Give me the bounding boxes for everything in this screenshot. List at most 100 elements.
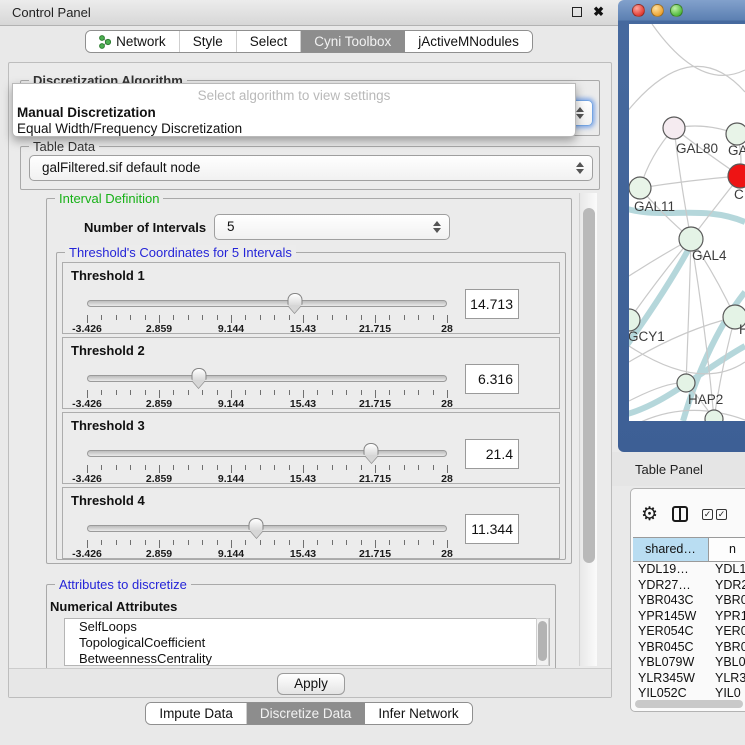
scrollbar-thumb[interactable] — [635, 700, 743, 708]
slider-track[interactable] — [87, 450, 447, 457]
table-data-group: Table Data galFiltered.sif default node — [20, 146, 600, 190]
mac-minimize-icon[interactable] — [651, 4, 664, 17]
table-row[interactable]: YBR045CYBR0 — [633, 640, 745, 656]
tick-label: 28 — [441, 473, 453, 485]
tick-label: 9.144 — [218, 473, 244, 485]
threshold-value-field[interactable]: 21.4 — [465, 439, 519, 469]
slider-tick-labels: -3.4262.8599.14415.4321.71528 — [87, 323, 447, 335]
table-panel-header: Table Panel — [612, 452, 745, 486]
network-node[interactable] — [728, 164, 745, 188]
slider-tick-labels: -3.4262.8599.14415.4321.71528 — [87, 398, 447, 410]
table-row[interactable]: YLR345WYLR3 — [633, 671, 745, 687]
tab-impute-data[interactable]: Impute Data — [146, 703, 247, 724]
checkbox-icon[interactable]: ✓ — [716, 509, 727, 520]
checkbox-icon[interactable]: ✓ — [702, 509, 713, 520]
node-label: H — [739, 322, 745, 337]
threshold-row-1: Threshold 1 -3.4262.8599.14415.4321.71528… — [62, 262, 560, 334]
threshold-value-field[interactable]: 14.713 — [465, 289, 519, 319]
mac-zoom-icon[interactable] — [670, 4, 683, 17]
tick-label: 21.715 — [359, 323, 391, 335]
threshold-label: Threshold 4 — [71, 493, 145, 508]
network-node[interactable] — [629, 177, 651, 199]
table-row[interactable]: YPR145WYPR1 — [633, 609, 745, 625]
algorithm-option-equal-width-frequency-discretization[interactable]: Equal Width/Frequency Discretization — [13, 121, 575, 137]
network-node[interactable] — [726, 123, 745, 145]
threshold-value-field[interactable]: 6.316 — [465, 364, 519, 394]
tick-label: 9.144 — [218, 548, 244, 560]
cell-shared-name: YDR27… — [633, 578, 709, 594]
table-data-combobox[interactable]: galFiltered.sif default node — [29, 155, 593, 181]
top-tab-row: Network Style Select Cyni ToolboxjActiveMNo… — [0, 30, 618, 53]
combo-spinner-icon — [433, 221, 441, 233]
threshold-value-field[interactable]: 11.344 — [465, 514, 519, 544]
network-canvas[interactable]: GAL80GACGAL11GAL4GCY1HHAP2 — [629, 24, 745, 421]
network-graph: GAL80GACGAL11GAL4GCY1HHAP2 — [629, 24, 745, 421]
slider-track[interactable] — [87, 525, 447, 532]
scrollbar-thumb[interactable] — [583, 208, 595, 563]
tick-label: 2.859 — [146, 323, 172, 335]
threshold-row-4: Threshold 4-3.4262.8599.14415.4321.71528… — [62, 487, 560, 559]
table-row[interactable]: YIL052CYIL0 — [633, 686, 745, 701]
tab-select[interactable]: Select — [237, 31, 302, 52]
table-horizontal-scrollbar[interactable] — [634, 700, 745, 709]
attributes-list-scrollbar[interactable] — [536, 618, 549, 666]
network-node[interactable] — [663, 117, 685, 139]
threshold-slider[interactable] — [87, 293, 447, 315]
tick-label: 15.43 — [290, 548, 316, 560]
threshold-slider[interactable] — [87, 368, 447, 390]
slider-handle[interactable] — [191, 368, 206, 388]
tick-label: 28 — [441, 398, 453, 410]
slider-handle[interactable] — [364, 443, 379, 463]
tab-label: Impute Data — [159, 706, 233, 721]
combo-spinner-icon — [576, 162, 584, 174]
tab-discretize-data[interactable]: Discretize Data — [247, 703, 366, 724]
apply-button[interactable]: Apply — [277, 673, 345, 695]
tick-label: 9.144 — [218, 398, 244, 410]
close-icon[interactable]: ✖ — [593, 4, 604, 20]
slider-handle[interactable] — [287, 293, 302, 313]
threshold-label: Threshold 1 — [71, 268, 145, 283]
threshold-slider[interactable] — [87, 518, 447, 540]
float-window-icon[interactable] — [572, 7, 582, 17]
slider-track[interactable] — [87, 375, 447, 382]
tab-label: Select — [250, 34, 288, 49]
tab-jactivemnodules[interactable]: jActiveMNodules — [405, 31, 532, 52]
tab-infer-network[interactable]: Infer Network — [365, 703, 471, 724]
combo-spinner-icon — [576, 107, 584, 119]
column-layout-icon[interactable] — [672, 506, 688, 522]
table-row[interactable]: YDR27…YDR2 — [633, 578, 745, 594]
table-panel-card: ⚙ ✓ ✓ shared…n YDL19…YDL1YDR27…YDR2YBR04… — [630, 488, 745, 712]
column-header-shared[interactable]: shared… — [633, 538, 709, 561]
window-title: Control Panel — [12, 5, 91, 20]
number-of-intervals-combobox[interactable]: 5 — [214, 214, 450, 240]
table-row[interactable]: YBL079WYBL0 — [633, 655, 745, 671]
gear-icon[interactable]: ⚙ — [641, 505, 658, 524]
slider-track[interactable] — [87, 300, 447, 307]
network-edge — [629, 239, 691, 320]
list-item[interactable]: TopologicalCoefficient — [65, 635, 549, 651]
slider-handle[interactable] — [249, 518, 264, 538]
tab-label: Discretize Data — [260, 706, 352, 721]
threshold-slider[interactable] — [87, 443, 447, 465]
tab-cyni-toolbox[interactable]: Cyni Toolbox — [301, 31, 405, 52]
numerical-attributes-list[interactable]: SelfLoopsTopologicalCoefficientBetweenne… — [64, 618, 550, 666]
bottom-tab-row: Impute Data Discretize Data Infer Network — [0, 702, 618, 725]
list-item[interactable]: BetweennessCentrality — [65, 651, 549, 666]
node-label: GA — [728, 143, 745, 158]
table-row[interactable]: YBR043CYBR0 — [633, 593, 745, 609]
table-row[interactable]: YDL19…YDL1 — [633, 562, 745, 578]
panel-vertical-scrollbar[interactable] — [579, 193, 597, 666]
tab-label: Network — [116, 34, 166, 49]
cell-shared-name: YBR045C — [633, 640, 709, 656]
network-edge — [640, 176, 740, 188]
scrollbar-thumb[interactable] — [538, 621, 547, 661]
list-item[interactable]: SelfLoops — [65, 619, 549, 635]
algorithm-option-manual-discretization[interactable]: Manual Discretization — [13, 105, 575, 121]
table-row[interactable]: YER054CYER0 — [633, 624, 745, 640]
tab-style[interactable]: Style — [180, 31, 237, 52]
column-header-n[interactable]: n — [709, 538, 745, 561]
slider-tick-labels: -3.4262.8599.14415.4321.71528 — [87, 473, 447, 485]
network-node[interactable] — [677, 374, 695, 392]
tab-network[interactable]: Network — [86, 31, 180, 52]
mac-close-icon[interactable] — [632, 4, 645, 17]
